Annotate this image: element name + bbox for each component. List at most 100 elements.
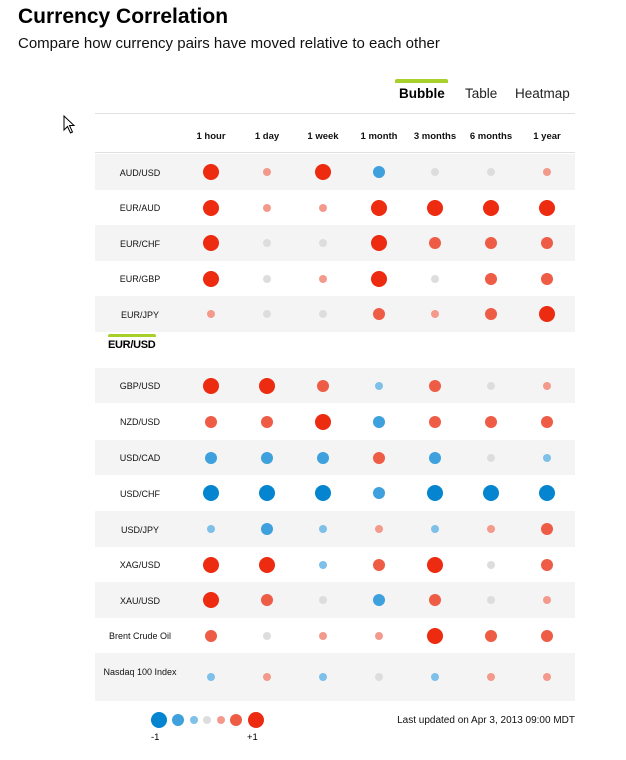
bubble-aud-usd-1-hour[interactable]	[203, 164, 219, 180]
bubble-brent-crude-oil-1-hour[interactable]	[205, 629, 217, 642]
bubble-usd-cad-1-day[interactable]	[261, 451, 273, 464]
bubble-xau-usd-1-year[interactable]	[543, 596, 551, 604]
bubble-eur-jpy-1-hour[interactable]	[207, 310, 215, 318]
bubble-usd-chf-1-week[interactable]	[315, 485, 331, 501]
bubble-aud-usd-1-day[interactable]	[263, 168, 271, 176]
bubble-eur-chf-1-hour[interactable]	[203, 235, 219, 251]
bubble-usd-chf-1-hour[interactable]	[203, 485, 219, 501]
bubble-xag-usd-1-month[interactable]	[373, 558, 385, 571]
bubble-nasdaq-100-index-3-months[interactable]	[431, 673, 439, 681]
bubble-usd-cad-1-year[interactable]	[543, 453, 551, 462]
bubble-gbp-usd-1-hour[interactable]	[203, 377, 219, 394]
bubble-usd-chf-6-months[interactable]	[483, 485, 499, 501]
bubble-xau-usd-1-hour[interactable]	[203, 592, 219, 608]
bubble-eur-chf-6-months[interactable]	[485, 237, 497, 249]
bubble-aud-usd-1-month[interactable]	[373, 166, 385, 178]
bubble-usd-jpy-6-months[interactable]	[487, 525, 495, 533]
bubble-nasdaq-100-index-1-hour[interactable]	[207, 673, 215, 681]
bubble-gbp-usd-6-months[interactable]	[487, 381, 495, 390]
bubble-xau-usd-1-day[interactable]	[261, 594, 273, 606]
bubble-eur-jpy-1-year[interactable]	[539, 306, 555, 322]
bubble-eur-gbp-6-months[interactable]	[485, 272, 497, 285]
bubble-xau-usd-6-months[interactable]	[487, 596, 495, 604]
tab-heatmap[interactable]: Heatmap	[515, 86, 570, 101]
bubble-xau-usd-1-month[interactable]	[373, 594, 385, 606]
bubble-usd-cad-1-month[interactable]	[373, 451, 385, 464]
bubble-eur-aud-1-week[interactable]	[319, 203, 327, 212]
bubble-nasdaq-100-index-1-day[interactable]	[263, 673, 271, 681]
bubble-nzd-usd-1-year[interactable]	[541, 415, 553, 428]
col-header-1-year[interactable]: 1 year	[533, 131, 560, 142]
bubble-aud-usd-3-months[interactable]	[431, 168, 439, 176]
bubble-brent-crude-oil-1-year[interactable]	[541, 629, 553, 642]
bubble-usd-jpy-1-hour[interactable]	[207, 525, 215, 533]
bubble-usd-cad-6-months[interactable]	[487, 453, 495, 462]
bubble-aud-usd-1-week[interactable]	[315, 164, 331, 180]
bubble-xag-usd-3-months[interactable]	[427, 556, 443, 573]
bubble-brent-crude-oil-3-months[interactable]	[427, 627, 443, 644]
bubble-usd-jpy-1-year[interactable]	[541, 523, 553, 535]
bubble-usd-jpy-1-week[interactable]	[319, 525, 327, 533]
bubble-xag-usd-1-year[interactable]	[541, 558, 553, 571]
bubble-eur-aud-1-day[interactable]	[263, 203, 271, 212]
bubble-eur-jpy-1-day[interactable]	[263, 310, 271, 318]
bubble-xag-usd-1-day[interactable]	[259, 556, 275, 573]
bubble-gbp-usd-1-day[interactable]	[259, 377, 275, 394]
bubble-brent-crude-oil-1-week[interactable]	[319, 631, 327, 640]
bubble-xag-usd-1-week[interactable]	[319, 560, 327, 569]
bubble-eur-gbp-1-day[interactable]	[263, 274, 271, 283]
bubble-eur-gbp-1-month[interactable]	[371, 270, 387, 287]
bubble-usd-chf-1-month[interactable]	[373, 487, 385, 499]
bubble-nasdaq-100-index-6-months[interactable]	[487, 673, 495, 681]
bubble-nzd-usd-1-hour[interactable]	[205, 415, 217, 428]
bubble-usd-chf-3-months[interactable]	[427, 485, 443, 501]
bubble-eur-jpy-1-month[interactable]	[373, 308, 385, 320]
bubble-eur-aud-6-months[interactable]	[483, 199, 499, 216]
bubble-brent-crude-oil-1-day[interactable]	[263, 631, 271, 640]
bubble-gbp-usd-3-months[interactable]	[429, 379, 441, 392]
bubble-brent-crude-oil-6-months[interactable]	[485, 629, 497, 642]
col-header-1-week[interactable]: 1 week	[307, 131, 338, 142]
bubble-usd-chf-1-year[interactable]	[539, 485, 555, 501]
bubble-nasdaq-100-index-1-month[interactable]	[375, 673, 383, 681]
bubble-eur-jpy-6-months[interactable]	[485, 308, 497, 320]
bubble-gbp-usd-1-month[interactable]	[375, 381, 383, 390]
col-header-6-months[interactable]: 6 months	[470, 131, 512, 142]
bubble-eur-aud-1-year[interactable]	[539, 199, 555, 216]
bubble-usd-jpy-1-day[interactable]	[261, 523, 273, 535]
bubble-xau-usd-3-months[interactable]	[429, 594, 441, 606]
bubble-eur-gbp-1-year[interactable]	[541, 272, 553, 285]
bubble-usd-jpy-1-month[interactable]	[375, 525, 383, 533]
bubble-xag-usd-1-hour[interactable]	[203, 556, 219, 573]
bubble-eur-chf-1-week[interactable]	[319, 239, 327, 247]
bubble-xau-usd-1-week[interactable]	[319, 596, 327, 604]
col-header-3-months[interactable]: 3 months	[414, 131, 456, 142]
bubble-usd-chf-1-day[interactable]	[259, 485, 275, 501]
bubble-aud-usd-1-year[interactable]	[543, 168, 551, 176]
bubble-gbp-usd-1-year[interactable]	[543, 381, 551, 390]
bubble-eur-jpy-1-week[interactable]	[319, 310, 327, 318]
bubble-usd-jpy-3-months[interactable]	[431, 525, 439, 533]
bubble-eur-chf-1-year[interactable]	[541, 237, 553, 249]
bubble-nzd-usd-1-week[interactable]	[315, 413, 331, 430]
col-header-1-day[interactable]: 1 day	[255, 131, 279, 142]
bubble-eur-aud-3-months[interactable]	[427, 199, 443, 216]
bubble-nzd-usd-6-months[interactable]	[485, 415, 497, 428]
bubble-eur-chf-3-months[interactable]	[429, 237, 441, 249]
bubble-gbp-usd-1-week[interactable]	[317, 379, 329, 392]
bubble-eur-aud-1-month[interactable]	[371, 199, 387, 216]
col-header-1-hour[interactable]: 1 hour	[196, 131, 225, 142]
bubble-usd-cad-1-week[interactable]	[317, 451, 329, 464]
tab-bubble[interactable]: Bubble	[395, 79, 448, 101]
bubble-nzd-usd-1-month[interactable]	[373, 415, 385, 428]
bubble-brent-crude-oil-1-month[interactable]	[375, 631, 383, 640]
bubble-nasdaq-100-index-1-year[interactable]	[543, 673, 551, 681]
bubble-eur-aud-1-hour[interactable]	[203, 199, 219, 216]
bubble-nzd-usd-1-day[interactable]	[261, 415, 273, 428]
bubble-eur-gbp-3-months[interactable]	[431, 274, 439, 283]
bubble-eur-gbp-1-hour[interactable]	[203, 270, 219, 287]
bubble-aud-usd-6-months[interactable]	[487, 168, 495, 176]
bubble-eur-chf-1-day[interactable]	[263, 239, 271, 247]
col-header-1-month[interactable]: 1 month	[361, 131, 398, 142]
bubble-usd-cad-3-months[interactable]	[429, 451, 441, 464]
